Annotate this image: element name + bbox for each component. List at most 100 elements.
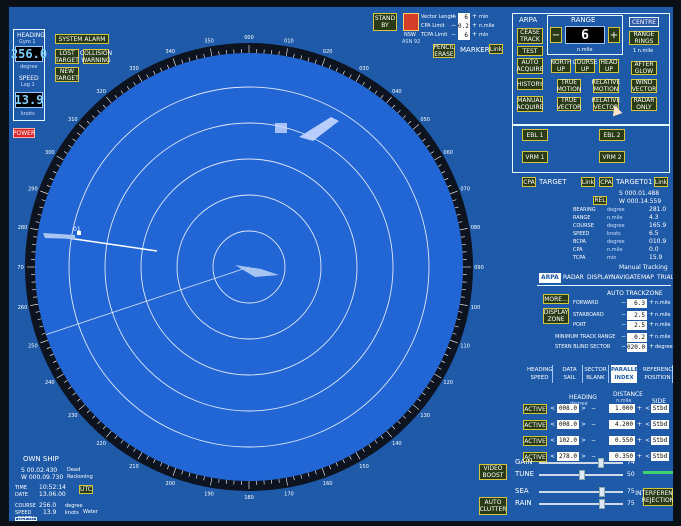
trackzone-plus[interactable]: + xyxy=(649,311,654,318)
target01-link-button[interactable]: Link xyxy=(654,177,668,187)
pi-distance-plus[interactable]: + xyxy=(637,437,642,444)
trackzone-value[interactable]: 020.0 xyxy=(627,343,647,352)
pi-side-prev[interactable]: < xyxy=(645,453,650,460)
target-rel-button[interactable]: REL xyxy=(593,196,607,205)
trackzone-plus[interactable]: + xyxy=(649,343,654,350)
top-row-plus[interactable]: + xyxy=(472,13,477,20)
pi-distance-value[interactable]: 0.550 xyxy=(609,436,635,445)
pi-heading-plus[interactable]: > xyxy=(581,437,586,444)
target-link-button[interactable]: Link xyxy=(581,177,595,187)
pi-heading-value[interactable]: 278.0 xyxy=(557,452,579,461)
pi-distance-minus[interactable]: − xyxy=(591,421,596,428)
tab-navigate[interactable]: NAVIGATE xyxy=(609,273,643,283)
top-row-plus[interactable]: + xyxy=(472,22,477,29)
subtab-3[interactable]: PARALLEL INDEX xyxy=(611,365,642,383)
pi-side-value[interactable]: Stbd xyxy=(651,404,669,413)
gain-slider-thumb[interactable] xyxy=(598,458,604,468)
marker-link-button[interactable]: Link xyxy=(489,44,503,54)
trackzone-minus[interactable]: − xyxy=(621,311,626,318)
trackzone-value[interactable]: 2.5 xyxy=(627,321,647,330)
true-vector-button[interactable]: TRUE VECTOR xyxy=(557,97,581,111)
pi-distance-plus[interactable]: + xyxy=(637,453,642,460)
tab-arpa[interactable]: ARPA xyxy=(539,273,561,283)
pi-active-button[interactable]: ACTIVE xyxy=(523,404,547,414)
pi-distance-plus[interactable]: + xyxy=(637,421,642,428)
pi-heading-value[interactable]: 008.0 xyxy=(557,404,579,413)
top-row-plus[interactable]: + xyxy=(472,31,477,38)
tune-slider[interactable] xyxy=(539,470,623,480)
top-row-minus[interactable]: − xyxy=(451,13,456,20)
range-decrease-button[interactable]: − xyxy=(550,27,562,43)
auto-acquire-button[interactable]: AUTO ACQUIRE xyxy=(516,58,544,74)
trackzone-plus[interactable]: + xyxy=(649,333,654,340)
trackzone-minus[interactable]: − xyxy=(621,333,626,340)
subtab-4[interactable]: REFERENCE POSITION xyxy=(643,365,673,383)
ebl2-button[interactable]: EBL 2 xyxy=(599,129,625,141)
north-up-button[interactable]: NORTH UP xyxy=(550,59,572,73)
wind-vector-button[interactable]: WIND VECTOR xyxy=(631,79,657,93)
true-motion-button[interactable]: TRUE MOTION xyxy=(557,79,581,93)
pi-side-prev[interactable]: < xyxy=(645,437,650,444)
target01-cpa-button[interactable]: CPA xyxy=(599,177,613,187)
sea-slider[interactable] xyxy=(539,487,623,497)
pi-heading-plus[interactable]: > xyxy=(581,405,586,412)
top-row-minus[interactable]: − xyxy=(451,22,456,29)
trackzone-minus[interactable]: − xyxy=(621,321,626,328)
pi-heading-minus[interactable]: < xyxy=(550,405,555,412)
pi-heading-plus[interactable]: > xyxy=(581,421,586,428)
range-increase-button[interactable]: + xyxy=(608,27,620,43)
sea-slider-thumb[interactable] xyxy=(599,487,605,497)
pi-side-prev[interactable]: < xyxy=(645,421,650,428)
top-row-value[interactable]: 6 xyxy=(458,13,470,22)
tab-radar[interactable]: RADAR xyxy=(561,273,586,283)
target-cpa-button[interactable]: CPA xyxy=(522,177,536,187)
trackzone-minus[interactable]: − xyxy=(621,343,626,350)
trackzone-plus[interactable]: + xyxy=(649,299,654,306)
range-rings-button[interactable]: RANGE RINGS xyxy=(629,31,659,45)
trackzone-value[interactable]: 2.5 xyxy=(627,311,647,320)
subtab-0[interactable]: HEADING SPEED xyxy=(527,365,553,383)
pi-heading-value[interactable]: 102.0 xyxy=(557,436,579,445)
pi-heading-minus[interactable]: < xyxy=(550,421,555,428)
tab-trial[interactable]: TRIAL xyxy=(655,273,673,283)
pi-active-button[interactable]: ACTIVE xyxy=(523,436,547,446)
rain-slider[interactable] xyxy=(539,499,623,509)
gain-slider[interactable] xyxy=(539,458,623,468)
pi-side-value[interactable]: Stbd xyxy=(651,436,669,445)
pi-active-button[interactable]: ACTIVE xyxy=(523,420,547,430)
cease-track-button[interactable]: CEASE TRACK xyxy=(517,28,543,44)
relative-motion-button[interactable]: RELATIVE MOTION xyxy=(592,79,620,93)
trackzone-value[interactable]: 6.3 xyxy=(627,299,647,308)
history-button[interactable]: HISTORY xyxy=(517,78,543,90)
trackzone-value[interactable]: 0.2 xyxy=(627,333,647,342)
pi-side-prev[interactable]: < xyxy=(645,405,650,412)
pi-distance-value[interactable]: 4.200 xyxy=(609,420,635,429)
pi-heading-minus[interactable]: < xyxy=(550,437,555,444)
pi-distance-minus[interactable]: − xyxy=(591,453,596,460)
head-up-button[interactable]: HEAD UP xyxy=(599,59,619,73)
top-row-value[interactable]: 6 xyxy=(458,31,470,40)
trackzone-minus[interactable]: − xyxy=(621,299,626,306)
top-row-minus[interactable]: − xyxy=(451,31,456,38)
rain-slider-thumb[interactable] xyxy=(599,499,605,509)
pi-side-value[interactable]: Stbd xyxy=(651,420,669,429)
pi-distance-plus[interactable]: + xyxy=(637,405,642,412)
test-button[interactable]: TEST xyxy=(517,46,543,56)
vrm1-button[interactable]: VRM 1 xyxy=(522,151,548,163)
after-glow-button[interactable]: AFTER GLOW xyxy=(631,61,657,75)
radar-ppi[interactable]: 330 340 350 000 010 020 030 040 050 060 070 080 090 1… xyxy=(17,25,487,522)
subtab-1[interactable]: DATA SAIL xyxy=(557,365,583,383)
pi-heading-plus[interactable]: > xyxy=(581,453,586,460)
pi-heading-value[interactable]: 008.0 xyxy=(557,420,579,429)
ebl1-button[interactable]: EBL 1 xyxy=(522,129,548,141)
pi-distance-minus[interactable]: − xyxy=(591,437,596,444)
tune-slider-thumb[interactable] xyxy=(579,470,585,480)
pi-heading-minus[interactable]: < xyxy=(550,453,555,460)
course-up-button[interactable]: COURSE UP xyxy=(572,59,598,73)
radar-only-button[interactable]: RADAR ONLY xyxy=(631,97,657,111)
more-button[interactable]: MORE... xyxy=(543,294,569,304)
manual-acquire-button[interactable]: MANUAL ACQUIRE xyxy=(516,96,544,112)
pi-side-value[interactable]: Stbd xyxy=(651,452,669,461)
vrm2-button[interactable]: VRM 2 xyxy=(599,151,625,163)
tab-map[interactable]: MAP xyxy=(639,273,656,283)
